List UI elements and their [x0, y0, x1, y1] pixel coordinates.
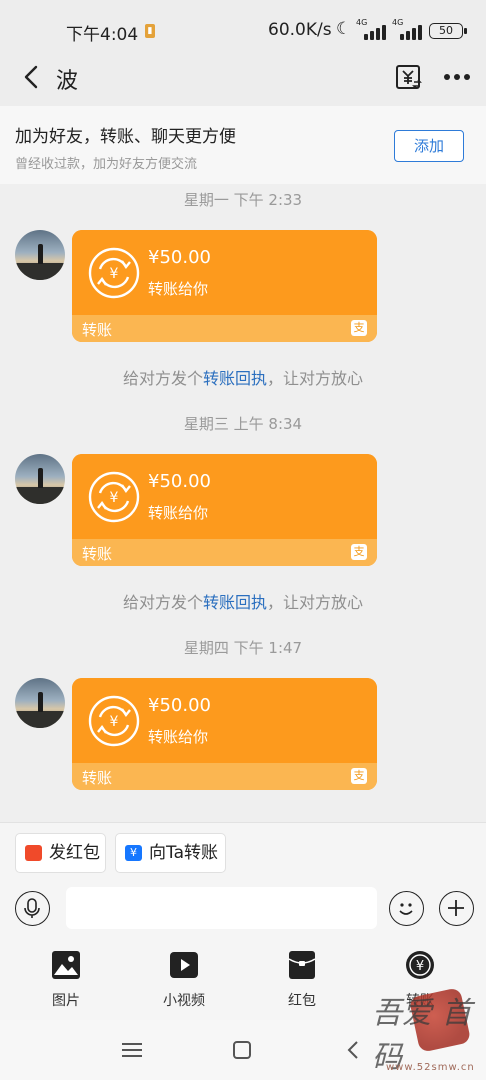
tool-image[interactable]: 图片 — [26, 950, 106, 1014]
svg-text:¥: ¥ — [110, 490, 119, 506]
more-functions-button[interactable] — [439, 891, 474, 926]
recent-apps-button[interactable] — [122, 1042, 142, 1058]
receipt-link[interactable]: 转账回执 — [203, 593, 267, 612]
send-red-packet-button[interactable]: 发红包 — [15, 833, 106, 873]
alipay-icon: 支 — [351, 320, 367, 336]
chat-title: 波 — [56, 69, 79, 94]
image-icon — [52, 951, 80, 979]
alipay-icon: 支 — [351, 544, 367, 560]
transfer-icon: ¥ — [406, 951, 434, 979]
transfer-description: 转账给你 — [148, 504, 209, 522]
red-packet-icon — [25, 845, 42, 861]
transfer-card[interactable]: ¥ ¥50.00 转账给你 转账 支 — [72, 230, 377, 342]
smiley-icon — [399, 903, 413, 915]
banner-subtitle: 曾经收过款，加为好友方便交流 — [15, 157, 198, 172]
battery-icon: 50 — [429, 23, 467, 39]
transfer-label: 转账 — [82, 769, 113, 787]
watermark-url: www.52smw.cn — [386, 1062, 475, 1073]
transfer-label: 转账 — [82, 321, 113, 339]
transfer-card[interactable]: ¥ ¥50.00 转账给你 转账 支 — [72, 678, 377, 790]
signal-icon-2: 4G — [392, 18, 426, 40]
message-timestamp: 星期一 下午 2:33 — [183, 191, 303, 209]
moon-icon: ☾ — [336, 19, 352, 39]
banner-title: 加为好友，转账、聊天更方便 — [15, 127, 236, 147]
chat-header: 波 — [0, 50, 486, 106]
svg-text:¥: ¥ — [416, 959, 424, 974]
emoji-button[interactable] — [389, 891, 424, 926]
transfer-description: 转账给你 — [148, 728, 209, 746]
transfer-description: 转账给你 — [148, 280, 209, 298]
message-timestamp: 星期四 下午 1:47 — [183, 639, 303, 657]
net-speed: 60.0K/s — [268, 20, 332, 40]
input-row — [0, 882, 486, 938]
back-arrow-icon[interactable] — [20, 64, 44, 90]
transfer-amount: ¥50.00 — [148, 471, 211, 492]
transfer-amount: ¥50.00 — [148, 247, 211, 268]
message-timestamp: 星期三 上午 8:34 — [183, 415, 303, 433]
video-icon — [170, 952, 198, 978]
sim-icon: ▮ — [145, 24, 155, 38]
svg-text:¥: ¥ — [110, 714, 119, 730]
tool-video[interactable]: 小视频 — [144, 950, 224, 1014]
add-friend-banner: 加为好友，转账、聊天更方便 曾经收过款，加为好友方便交流 添加 — [0, 106, 486, 184]
plus-icon — [448, 900, 464, 916]
receipt-note: 给对方发个转账回执，让对方放心 — [122, 593, 364, 612]
message-input[interactable] — [66, 887, 377, 929]
receipt-note: 给对方发个转账回执，让对方放心 — [122, 369, 364, 388]
status-bar: 下午4:04 ▮ 60.0K/s ☾ 4G 4G 50 — [0, 0, 486, 50]
red-packet-icon — [288, 951, 316, 979]
transfer-to-ta-button[interactable]: ¥ 向Ta转账 — [115, 833, 226, 873]
tool-red-packet[interactable]: 红包 — [262, 950, 342, 1014]
avatar[interactable] — [15, 678, 65, 728]
receipt-link[interactable]: 转账回执 — [203, 369, 267, 388]
alipay-icon: 支 — [351, 768, 367, 784]
add-friend-button[interactable]: 添加 — [394, 130, 464, 162]
watermark-logo: 吾爱 首码 www.52smw.cn — [370, 978, 480, 1078]
quick-action-bar: 发红包 ¥ 向Ta转账 — [0, 822, 486, 882]
transfer-label: 转账 — [82, 545, 113, 563]
system-back-icon[interactable] — [346, 1040, 360, 1060]
microphone-icon — [24, 898, 40, 918]
status-time: 下午4:04 — [66, 25, 139, 45]
home-button[interactable] — [233, 1041, 251, 1059]
currency-exchange-icon: ¥ — [88, 695, 140, 747]
voice-input-button[interactable] — [15, 891, 50, 926]
yuan-icon: ¥ — [125, 845, 142, 861]
signal-icon: 4G — [356, 18, 390, 40]
currency-exchange-icon: ¥ — [88, 247, 140, 299]
transfer-card[interactable]: ¥ ¥50.00 转账给你 转账 支 — [72, 454, 377, 566]
avatar[interactable] — [15, 454, 65, 504]
transfer-amount: ¥50.00 — [148, 695, 211, 716]
more-options-icon[interactable] — [444, 74, 470, 82]
transfer-receipt-icon[interactable] — [395, 63, 423, 91]
currency-exchange-icon: ¥ — [88, 471, 140, 523]
avatar[interactable] — [15, 230, 65, 280]
svg-text:¥: ¥ — [110, 266, 119, 282]
